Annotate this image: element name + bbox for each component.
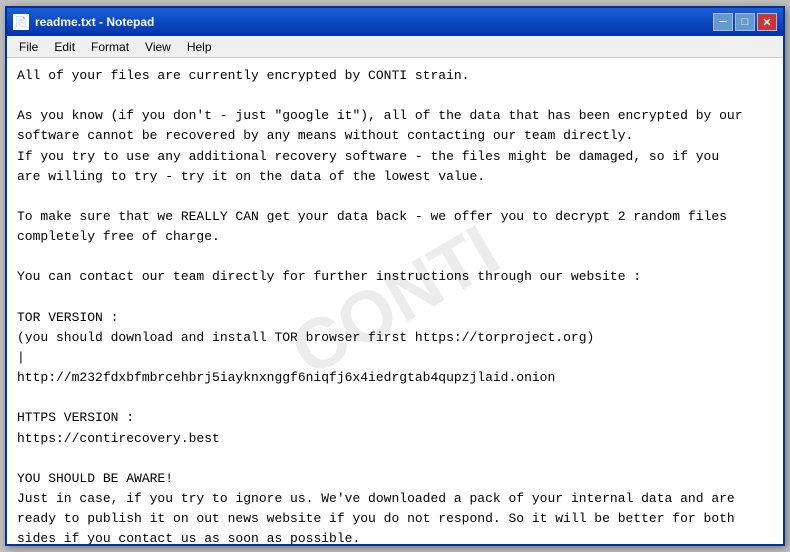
app-icon: 📄 bbox=[13, 14, 29, 30]
menu-help[interactable]: Help bbox=[179, 38, 220, 56]
text-area[interactable]: CONTI All of your files are currently en… bbox=[7, 58, 783, 544]
window-title: readme.txt - Notepad bbox=[35, 15, 154, 29]
close-button[interactable]: ✕ bbox=[757, 13, 777, 31]
title-controls: ─ □ ✕ bbox=[713, 13, 777, 31]
menu-view[interactable]: View bbox=[137, 38, 179, 56]
title-bar: 📄 readme.txt - Notepad ─ □ ✕ bbox=[7, 8, 783, 36]
notepad-window: 📄 readme.txt - Notepad ─ □ ✕ File Edit F… bbox=[5, 6, 785, 546]
maximize-button[interactable]: □ bbox=[735, 13, 755, 31]
notepad-content: All of your files are currently encrypte… bbox=[17, 66, 773, 544]
menu-bar: File Edit Format View Help bbox=[7, 36, 783, 58]
minimize-button[interactable]: ─ bbox=[713, 13, 733, 31]
menu-edit[interactable]: Edit bbox=[46, 38, 83, 56]
menu-format[interactable]: Format bbox=[83, 38, 137, 56]
menu-file[interactable]: File bbox=[11, 38, 46, 56]
title-bar-left: 📄 readme.txt - Notepad bbox=[13, 14, 154, 30]
